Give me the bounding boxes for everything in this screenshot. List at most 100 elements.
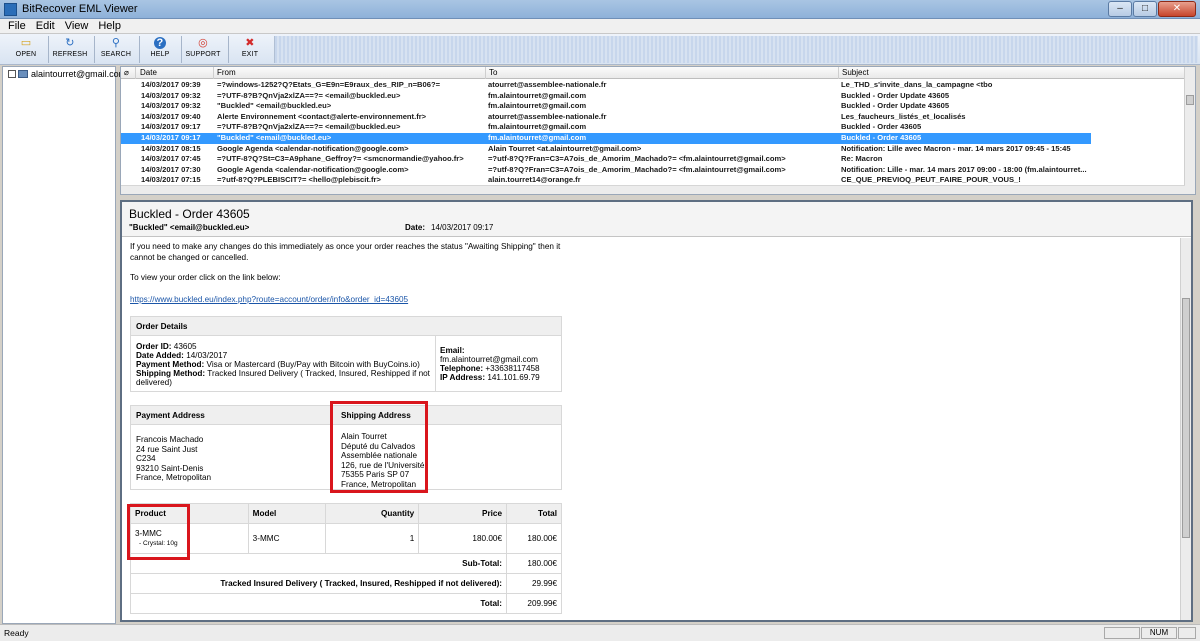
subject-column-header[interactable]: Subject (839, 67, 1185, 79)
mail-row[interactable]: 14/03/2017 07:30 Google Agenda <calendar-… (121, 165, 1185, 176)
payment-address-title: Payment Address (136, 411, 205, 420)
mail-row[interactable]: 14/03/2017 09:17 =?UTF-8?B?QnVja2xlZA==?=… (121, 122, 1185, 133)
mail-from-cell: =?UTF-8?B?QnVja2xlZA==?= <email@buckled.… (217, 122, 401, 132)
mail-to-cell: fm.alaintourret@gmail.com (488, 90, 587, 100)
scrollbar-thumb[interactable] (1182, 298, 1190, 538)
subtotal-row: Sub-Total: 180.00€ (129, 553, 562, 574)
toolbar-separator (181, 36, 182, 63)
mail-to-cell: Alain Tourret <at.alaintourret@gmail.com… (488, 143, 642, 153)
date-column-header[interactable]: Date (137, 67, 214, 79)
search-button[interactable]: ⚲ SEARCH (98, 36, 134, 63)
help-button-label: HELP (150, 51, 170, 58)
support-button[interactable]: ◎ SUPPORT (184, 36, 222, 63)
grand-total-label: Total: (129, 593, 508, 614)
mail-from-cell: Google Agenda <calendar-notification@goo… (217, 164, 409, 174)
mail-date-cell: 14/03/2017 09:40 (141, 111, 201, 121)
tree-checkbox[interactable] (8, 70, 16, 78)
mail-from-cell: Alerte Environnement <contact@alerte-env… (217, 111, 427, 121)
total-column-header: Total (506, 503, 562, 524)
product-row: 3-MMC - Crystal: 10g 3-MMC 1 180.00€ 180… (130, 523, 562, 554)
tree-node-account[interactable]: alaintourret@gmail.com (8, 69, 126, 80)
mail-from-cell: "Buckled" <email@buckled.eu> (217, 133, 332, 142)
folder-open-icon: ▭ (20, 37, 32, 49)
open-button[interactable]: ▭ OPEN (8, 36, 44, 63)
exit-button[interactable]: ✖ EXIT (234, 36, 266, 63)
mail-date-cell: 14/03/2017 08:15 (141, 143, 201, 153)
scrollbar-thumb[interactable] (1186, 95, 1194, 105)
delivery-label: Tracked Insured Delivery ( Tracked, Insu… (129, 573, 508, 594)
menu-view[interactable]: View (60, 19, 94, 33)
mail-date-cell: 14/03/2017 09:17 (141, 133, 201, 142)
help-icon: ? (154, 37, 166, 49)
product-highlight (127, 504, 190, 560)
lifebuoy-icon: ◎ (198, 37, 208, 49)
mail-row[interactable]: 14/03/2017 09:40 Alerte Environnement <co… (121, 112, 1185, 123)
open-button-label: OPEN (15, 51, 37, 58)
shipping-method-line-2: delivered) (136, 378, 172, 387)
to-column-header[interactable]: To (486, 67, 839, 79)
order-details-box: Order Details Order ID: 43605 Date Added… (130, 316, 562, 392)
refresh-icon: ↻ (65, 37, 75, 49)
products-table: Product Model Quantity Price Total 3-MMC… (129, 503, 562, 614)
exit-icon: ✖ (245, 37, 255, 49)
minimize-button[interactable]: – (1108, 1, 1132, 17)
mail-row[interactable]: 14/03/2017 09:39 =?windows-1252?Q?Etats_G… (121, 80, 1185, 91)
close-button[interactable]: ✕ (1158, 1, 1196, 17)
order-details-divider (435, 336, 436, 392)
preview-scrollbar[interactable] (1180, 238, 1191, 620)
mail-to-cell: fm.alaintourret@gmail.com (488, 101, 587, 111)
mail-from-cell: Google Agenda <calendar-notification@goo… (217, 143, 409, 153)
price-column-header: Price (418, 503, 508, 524)
mail-date-cell: 14/03/2017 09:32 (141, 90, 201, 100)
num-lock-indicator: NUM (1141, 627, 1177, 639)
mail-subject-cell: Notification: Lille - mar. 14 mars 2017 … (841, 164, 1087, 174)
quantity-cell: 1 (325, 523, 420, 554)
delivery-row: Tracked Insured Delivery ( Tracked, Insu… (129, 573, 562, 594)
mail-row-selected[interactable]: 14/03/2017 09:17 "Buckled" <email@buckled… (121, 133, 1091, 144)
menu-help[interactable]: Help (93, 19, 126, 33)
mail-subject-cell: Buckled - Order 43605 (841, 133, 922, 142)
status-text: Ready (4, 628, 29, 638)
shipping-address-highlight (330, 401, 428, 493)
model-column-header: Model (247, 503, 327, 524)
mail-row[interactable]: 14/03/2017 07:45 =?UTF-8?Q?St=C3=A9phane_… (121, 154, 1185, 165)
mail-list-scrollbar[interactable] (1184, 67, 1195, 194)
computer-icon (18, 70, 28, 78)
mail-from-cell: =?windows-1252?Q?Etats_G=E9n=E9raux_des_… (217, 80, 441, 89)
maximize-button[interactable]: □ (1133, 1, 1157, 17)
preview-pane: Buckled - Order 43605 "Buckled" <email@b… (120, 200, 1193, 622)
mail-from-cell: =?UTF-8?Q?St=C3=A9phane_Geffroy?= <smcno… (217, 154, 464, 164)
ip-address-line: IP Address: 141.101.69.79 (440, 373, 540, 382)
mail-from-cell: =?UTF-8?B?QnVja2xlZA==?= <email@buckled.… (217, 90, 401, 100)
mail-row[interactable]: 14/03/2017 08:15 Google Agenda <calendar-… (121, 144, 1185, 155)
preview-date-label: Date: (405, 223, 426, 232)
mail-subject-cell: Les_faucheurs_listés_et_localisés (841, 111, 966, 121)
total-cell: 180.00€ (506, 523, 562, 554)
order-link[interactable]: https://www.buckled.eu/index.php?route=a… (130, 294, 408, 305)
preview-subject: Buckled - Order 43605 (129, 207, 250, 221)
mail-to-cell: =?utf-8?Q?Fran=C3=A7ois_de_Amorim_Machad… (488, 154, 786, 164)
paperclip-icon: ⌀ (124, 68, 129, 77)
attachment-column-header[interactable]: ⌀ (121, 67, 136, 79)
intro-text-2: cannot be changed or cancelled. (130, 253, 249, 262)
mail-subject-cell: Notification: Lille avec Macron - mar. 1… (841, 143, 1071, 153)
mail-subject-cell: Buckled - Order 43605 (841, 122, 922, 132)
from-column-header[interactable]: From (214, 67, 486, 79)
refresh-button[interactable]: ↻ REFRESH (51, 36, 89, 63)
mail-row[interactable]: 14/03/2017 09:32 =?UTF-8?B?QnVja2xlZA==?=… (121, 91, 1185, 102)
help-button[interactable]: ? HELP (144, 36, 176, 63)
mail-date-cell: 14/03/2017 07:45 (141, 154, 201, 164)
mail-subject-cell: Buckled - Order Update 43605 (841, 90, 950, 100)
mail-row[interactable]: 14/03/2017 09:32 "Buckled" <email@buckled… (121, 101, 1185, 112)
refresh-button-label: REFRESH (52, 51, 88, 58)
mail-date-cell: 14/03/2017 09:39 (141, 80, 201, 89)
mail-date-cell: 14/03/2017 07:30 (141, 164, 201, 174)
mail-list-hscrollbar[interactable] (121, 185, 1185, 194)
exit-button-label: EXIT (241, 51, 259, 58)
mail-date-cell: 14/03/2017 09:17 (141, 122, 201, 132)
search-button-label: SEARCH (100, 51, 132, 58)
mail-list-header: ⌀ Date From To Subject (121, 67, 1185, 79)
menu-edit[interactable]: Edit (31, 19, 60, 33)
menu-file[interactable]: File (3, 19, 31, 33)
toolbar: ▭ OPEN ↻ REFRESH ⚲ SEARCH ? HELP ◎ SUPPO… (0, 34, 1200, 65)
